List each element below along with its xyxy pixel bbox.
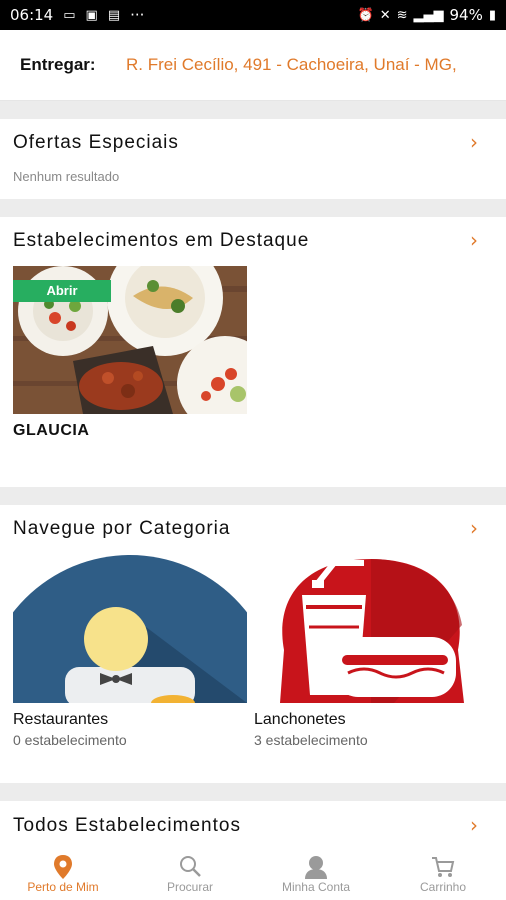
featured-title: Estabelecimentos em Destaque <box>13 230 310 251</box>
nav-search[interactable]: Procurar <box>127 846 253 900</box>
gallery-icon: ▤ <box>107 7 121 23</box>
alarm-icon: ⏰ <box>357 7 374 23</box>
special-offers-section: Ofertas Especiais › Nenhum resultado <box>0 119 506 199</box>
wifi-icon: ≋ <box>396 7 408 23</box>
restaurants-category-image[interactable] <box>13 555 247 703</box>
battery-icon: ▮ <box>488 7 496 23</box>
nav-near-me[interactable]: Perto de Mim <box>0 846 126 900</box>
store-open-badge: Abrir <box>13 280 111 302</box>
chevron-right-icon[interactable]: › <box>470 130 478 154</box>
nav-label: Procurar <box>166 880 213 894</box>
section-divider <box>0 487 506 505</box>
section-divider <box>0 199 506 217</box>
special-offers-title: Ofertas Especiais <box>13 132 179 153</box>
more-notifications-icon: ··· <box>130 6 145 24</box>
delivery-address[interactable]: R. Frei Cecílio, 491 - Cachoeira, Unaí -… <box>126 55 457 75</box>
cart-icon <box>431 854 455 880</box>
category-count: 0 estabelecimento <box>13 732 127 748</box>
all-stores-title: Todos Estabelecimentos <box>13 815 241 836</box>
user-icon <box>304 854 328 880</box>
section-divider <box>0 783 506 801</box>
special-offers-empty: Nenhum resultado <box>13 169 120 184</box>
store-name[interactable]: GLAUCIA <box>13 422 89 440</box>
nav-my-account[interactable]: Minha Conta <box>253 846 379 900</box>
battery-level: 94% <box>449 6 483 24</box>
chevron-right-icon[interactable]: › <box>470 813 478 837</box>
nav-cart[interactable]: Carrinho <box>380 846 506 900</box>
search-icon <box>178 854 202 880</box>
laptop-icon: ▭ <box>63 7 76 23</box>
chevron-right-icon[interactable]: › <box>470 516 478 540</box>
chevron-right-icon[interactable]: › <box>470 228 478 252</box>
category-name[interactable]: Lanchonetes <box>254 711 346 729</box>
section-divider <box>0 101 506 119</box>
nav-label: Carrinho <box>419 880 467 894</box>
location-pin-icon <box>51 854 75 880</box>
image-icon: ▣ <box>85 7 98 23</box>
delivery-address-bar[interactable]: Entregar: R. Frei Cecílio, 491 - Cachoei… <box>0 30 506 101</box>
signal-icon: ▂▄▆ <box>413 7 444 23</box>
snack-bars-category-image[interactable] <box>254 555 488 703</box>
all-stores-section: Todos Estabelecimentos › <box>0 801 506 846</box>
status-time: 06:14 <box>10 6 54 24</box>
bottom-navigation: Perto de Mim Procurar Minha Conta Carrin… <box>0 846 506 900</box>
nav-label: Minha Conta <box>281 880 351 894</box>
category-name[interactable]: Restaurantes <box>13 711 108 729</box>
mute-icon: ✕ <box>379 7 391 23</box>
category-count: 3 estabelecimento <box>254 732 368 748</box>
delivery-label: Entregar: <box>20 55 96 74</box>
nav-label: Perto de Mim <box>27 880 99 894</box>
categories-title: Navegue por Categoria <box>13 518 231 539</box>
status-bar: 06:14 ▭ ▣ ▤ ··· ⏰ ✕ ≋ ▂▄▆ 94% ▮ <box>0 0 506 30</box>
